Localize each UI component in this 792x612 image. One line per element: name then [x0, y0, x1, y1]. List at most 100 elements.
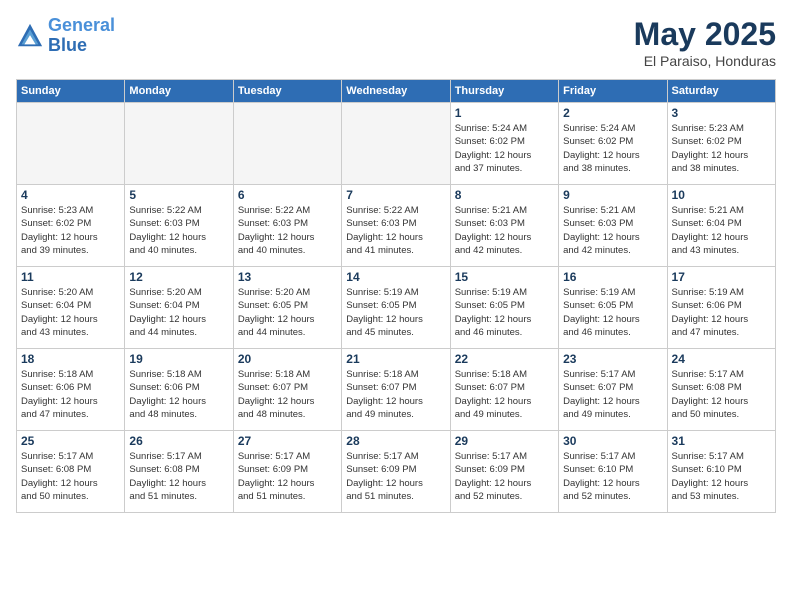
day-number: 26 — [129, 434, 228, 448]
day-info: Sunrise: 5:18 AM Sunset: 6:07 PM Dayligh… — [238, 368, 337, 421]
day-info: Sunrise: 5:19 AM Sunset: 6:05 PM Dayligh… — [346, 286, 445, 339]
day-info: Sunrise: 5:17 AM Sunset: 6:10 PM Dayligh… — [563, 450, 662, 503]
calendar-cell — [17, 103, 125, 185]
day-info: Sunrise: 5:21 AM Sunset: 6:04 PM Dayligh… — [672, 204, 771, 257]
day-info: Sunrise: 5:17 AM Sunset: 6:09 PM Dayligh… — [346, 450, 445, 503]
day-info: Sunrise: 5:17 AM Sunset: 6:07 PM Dayligh… — [563, 368, 662, 421]
day-number: 31 — [672, 434, 771, 448]
calendar-cell: 30 Sunrise: 5:17 AM Sunset: 6:10 PM Dayli… — [559, 431, 667, 513]
day-number: 24 — [672, 352, 771, 366]
day-info: Sunrise: 5:21 AM Sunset: 6:03 PM Dayligh… — [455, 204, 554, 257]
day-number: 18 — [21, 352, 120, 366]
calendar-cell: 11 Sunrise: 5:20 AM Sunset: 6:04 PM Dayli… — [17, 267, 125, 349]
calendar-cell: 7 Sunrise: 5:22 AM Sunset: 6:03 PM Daylig… — [342, 185, 450, 267]
day-info: Sunrise: 5:23 AM Sunset: 6:02 PM Dayligh… — [672, 122, 771, 175]
day-number: 25 — [21, 434, 120, 448]
calendar-cell — [125, 103, 233, 185]
day-info: Sunrise: 5:18 AM Sunset: 6:06 PM Dayligh… — [21, 368, 120, 421]
week-row-3: 11 Sunrise: 5:20 AM Sunset: 6:04 PM Dayli… — [17, 267, 776, 349]
day-number: 27 — [238, 434, 337, 448]
logo-icon — [16, 22, 44, 50]
day-info: Sunrise: 5:17 AM Sunset: 6:08 PM Dayligh… — [21, 450, 120, 503]
calendar-title: May 2025 — [634, 16, 776, 53]
day-info: Sunrise: 5:19 AM Sunset: 6:05 PM Dayligh… — [563, 286, 662, 339]
calendar-cell — [233, 103, 341, 185]
page-header: General Blue May 2025 El Paraiso, Hondur… — [16, 16, 776, 69]
day-info: Sunrise: 5:17 AM Sunset: 6:10 PM Dayligh… — [672, 450, 771, 503]
calendar-cell: 27 Sunrise: 5:17 AM Sunset: 6:09 PM Dayli… — [233, 431, 341, 513]
week-row-4: 18 Sunrise: 5:18 AM Sunset: 6:06 PM Dayli… — [17, 349, 776, 431]
calendar-cell: 18 Sunrise: 5:18 AM Sunset: 6:06 PM Dayli… — [17, 349, 125, 431]
day-number: 19 — [129, 352, 228, 366]
day-info: Sunrise: 5:19 AM Sunset: 6:06 PM Dayligh… — [672, 286, 771, 339]
day-number: 29 — [455, 434, 554, 448]
day-info: Sunrise: 5:17 AM Sunset: 6:09 PM Dayligh… — [238, 450, 337, 503]
calendar-cell: 14 Sunrise: 5:19 AM Sunset: 6:05 PM Dayli… — [342, 267, 450, 349]
day-info: Sunrise: 5:20 AM Sunset: 6:05 PM Dayligh… — [238, 286, 337, 339]
calendar-cell: 2 Sunrise: 5:24 AM Sunset: 6:02 PM Daylig… — [559, 103, 667, 185]
calendar-cell: 31 Sunrise: 5:17 AM Sunset: 6:10 PM Dayli… — [667, 431, 775, 513]
calendar-cell: 25 Sunrise: 5:17 AM Sunset: 6:08 PM Dayli… — [17, 431, 125, 513]
calendar-cell: 20 Sunrise: 5:18 AM Sunset: 6:07 PM Dayli… — [233, 349, 341, 431]
calendar-cell: 10 Sunrise: 5:21 AM Sunset: 6:04 PM Dayli… — [667, 185, 775, 267]
day-number: 5 — [129, 188, 228, 202]
day-info: Sunrise: 5:17 AM Sunset: 6:08 PM Dayligh… — [672, 368, 771, 421]
calendar-cell: 21Sunrise: 5:18 AM Sunset: 6:07 PM Dayli… — [342, 349, 450, 431]
day-info: Sunrise: 5:22 AM Sunset: 6:03 PM Dayligh… — [238, 204, 337, 257]
logo: General Blue — [16, 16, 115, 56]
col-header-wednesday: Wednesday — [342, 80, 450, 103]
calendar-subtitle: El Paraiso, Honduras — [634, 53, 776, 69]
day-info: Sunrise: 5:20 AM Sunset: 6:04 PM Dayligh… — [21, 286, 120, 339]
calendar-cell: 1Sunrise: 5:24 AM Sunset: 6:02 PM Daylig… — [450, 103, 558, 185]
day-number: 16 — [563, 270, 662, 284]
calendar-cell: 15Sunrise: 5:19 AM Sunset: 6:05 PM Dayli… — [450, 267, 558, 349]
calendar-cell: 16 Sunrise: 5:19 AM Sunset: 6:05 PM Dayli… — [559, 267, 667, 349]
calendar-cell: 8 Sunrise: 5:21 AM Sunset: 6:03 PM Daylig… — [450, 185, 558, 267]
day-number: 10 — [672, 188, 771, 202]
day-info: Sunrise: 5:19 AM Sunset: 6:05 PM Dayligh… — [455, 286, 554, 339]
calendar-cell: 24 Sunrise: 5:17 AM Sunset: 6:08 PM Dayli… — [667, 349, 775, 431]
day-number: 17 — [672, 270, 771, 284]
day-number: 12 — [129, 270, 228, 284]
col-header-friday: Friday — [559, 80, 667, 103]
week-row-2: 4 Sunrise: 5:23 AM Sunset: 6:02 PM Daylig… — [17, 185, 776, 267]
calendar-cell: 19 Sunrise: 5:18 AM Sunset: 6:06 PM Dayli… — [125, 349, 233, 431]
day-info: Sunrise: 5:23 AM Sunset: 6:02 PM Dayligh… — [21, 204, 120, 257]
day-number: 30 — [563, 434, 662, 448]
col-header-sunday: Sunday — [17, 80, 125, 103]
day-number: 21 — [346, 352, 445, 366]
col-header-tuesday: Tuesday — [233, 80, 341, 103]
day-info: Sunrise: 5:24 AM Sunset: 6:02 PM Dayligh… — [563, 122, 662, 175]
calendar-cell: 5Sunrise: 5:22 AM Sunset: 6:03 PM Daylig… — [125, 185, 233, 267]
day-number: 6 — [238, 188, 337, 202]
day-info: Sunrise: 5:17 AM Sunset: 6:08 PM Dayligh… — [129, 450, 228, 503]
calendar-cell: 4 Sunrise: 5:23 AM Sunset: 6:02 PM Daylig… — [17, 185, 125, 267]
day-number: 4 — [21, 188, 120, 202]
day-number: 22 — [455, 352, 554, 366]
day-number: 2 — [563, 106, 662, 120]
calendar-table: SundayMondayTuesdayWednesdayThursdayFrid… — [16, 79, 776, 513]
week-row-5: 25 Sunrise: 5:17 AM Sunset: 6:08 PM Dayli… — [17, 431, 776, 513]
calendar-cell: 3 Sunrise: 5:23 AM Sunset: 6:02 PM Daylig… — [667, 103, 775, 185]
calendar-cell: 9 Sunrise: 5:21 AM Sunset: 6:03 PM Daylig… — [559, 185, 667, 267]
calendar-cell: 26 Sunrise: 5:17 AM Sunset: 6:08 PM Dayli… — [125, 431, 233, 513]
day-number: 28 — [346, 434, 445, 448]
day-info: Sunrise: 5:21 AM Sunset: 6:03 PM Dayligh… — [563, 204, 662, 257]
logo-text: General Blue — [48, 16, 115, 56]
col-header-monday: Monday — [125, 80, 233, 103]
col-header-thursday: Thursday — [450, 80, 558, 103]
day-number: 8 — [455, 188, 554, 202]
calendar-cell: 29Sunrise: 5:17 AM Sunset: 6:09 PM Dayli… — [450, 431, 558, 513]
day-number: 20 — [238, 352, 337, 366]
day-number: 3 — [672, 106, 771, 120]
day-info: Sunrise: 5:22 AM Sunset: 6:03 PM Dayligh… — [346, 204, 445, 257]
day-number: 1 — [455, 106, 554, 120]
day-info: Sunrise: 5:18 AM Sunset: 6:06 PM Dayligh… — [129, 368, 228, 421]
day-number: 9 — [563, 188, 662, 202]
calendar-cell — [342, 103, 450, 185]
day-number: 7 — [346, 188, 445, 202]
day-number: 11 — [21, 270, 120, 284]
col-header-saturday: Saturday — [667, 80, 775, 103]
day-number: 13 — [238, 270, 337, 284]
day-number: 14 — [346, 270, 445, 284]
